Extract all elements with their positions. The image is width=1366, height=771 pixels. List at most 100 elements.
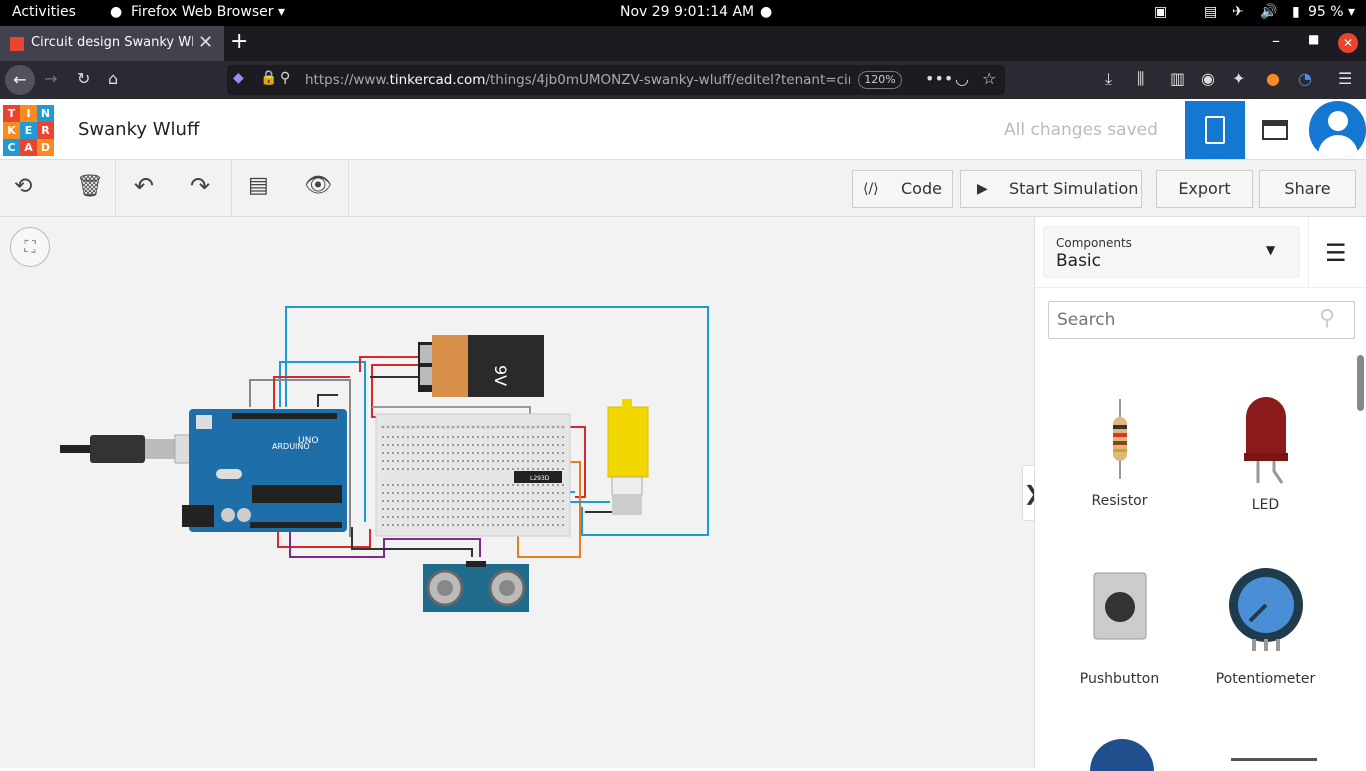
redo-icon[interactable]: ↷: [190, 172, 210, 200]
component-potentiometer[interactable]: Potentiometer: [1193, 567, 1338, 687]
circuit-view-button[interactable]: [1185, 101, 1245, 159]
url-bar[interactable]: ◆ 🔒 ⚲ https://www.tinkercad.com/things/4…: [227, 65, 1005, 95]
save-status: All changes saved: [1004, 120, 1158, 140]
workplane-canvas[interactable]: ⛶ ARDUINO UNO 9V L293D: [0, 217, 1034, 768]
forward-icon[interactable]: →: [44, 69, 57, 88]
firefox-icon: ●: [110, 4, 123, 20]
maximize-icon[interactable]: ■: [1308, 32, 1319, 46]
led-icon: [1243, 397, 1288, 484]
close-tab-icon[interactable]: ✕: [198, 32, 213, 53]
schematic-list-icon[interactable]: [1262, 120, 1288, 140]
breadboard[interactable]: L293D: [375, 413, 571, 537]
extension-icon[interactable]: ✦: [1232, 69, 1245, 88]
back-icon[interactable]: ←: [5, 65, 35, 95]
home-icon[interactable]: ⌂: [108, 69, 118, 88]
activities-button[interactable]: Activities: [12, 4, 76, 20]
component-led[interactable]: LED: [1193, 387, 1338, 513]
ultrasonic-sensor[interactable]: [423, 561, 529, 612]
project-title[interactable]: Swanky Wluff: [78, 119, 199, 140]
potentiometer-icon: [1228, 568, 1303, 651]
component-partial-icon[interactable]: [1231, 758, 1317, 761]
component-label: Potentiometer: [1215, 671, 1316, 687]
dropdown-value: Basic: [1056, 251, 1102, 271]
tab-bar: Circuit design Swanky Wluff ✕ + – ■ ✕: [0, 26, 1366, 61]
arduino-model-label: UNO: [298, 436, 318, 446]
new-tab-button[interactable]: +: [230, 29, 248, 54]
dc-motor[interactable]: [607, 399, 649, 515]
pushbutton-icon: [1093, 572, 1146, 640]
chevron-down-icon: ▼: [1266, 243, 1276, 257]
tab-circuit-design[interactable]: Circuit design Swanky Wluff ✕: [0, 26, 224, 61]
dropdown-caption: Components: [1056, 236, 1132, 250]
tab-title: Circuit design Swanky Wluff: [31, 35, 193, 50]
resistor-icon: [1112, 399, 1127, 479]
code-icon: ⟨/⟩: [863, 181, 879, 197]
logo-letter: C: [3, 139, 20, 156]
notification-dot-icon: ●: [760, 4, 773, 20]
logo-letter: I: [20, 105, 37, 122]
search-input[interactable]: [1057, 310, 1307, 330]
rotate-icon[interactable]: ⟲: [14, 174, 32, 199]
extension-orange-icon[interactable]: ●: [1266, 69, 1280, 88]
tinkercad-logo[interactable]: T I N K E R C A D: [3, 105, 55, 157]
component-label: LED: [1251, 497, 1280, 513]
app-menu[interactable]: Firefox Web Browser ▾: [131, 4, 285, 20]
volume-icon[interactable]: 🔊: [1260, 4, 1277, 20]
logo-letter: D: [37, 139, 54, 156]
airplane-icon[interactable]: ✈: [1232, 4, 1244, 20]
arduino-uno-board[interactable]: ARDUINO UNO: [182, 409, 347, 532]
component-pushbutton[interactable]: Pushbutton: [1047, 567, 1192, 687]
battery-9v[interactable]: 9V: [418, 335, 544, 397]
wire[interactable]: [317, 394, 338, 407]
battery-icon[interactable]: ▮: [1292, 4, 1300, 20]
component-partial-icon[interactable]: [1090, 739, 1154, 771]
system-menu-icon[interactable]: ▾: [1348, 4, 1355, 20]
undo-icon[interactable]: ↶: [134, 172, 154, 200]
screen-icon[interactable]: ▣: [1154, 4, 1167, 20]
close-window-icon[interactable]: ✕: [1338, 33, 1358, 53]
export-button[interactable]: Export: [1156, 170, 1253, 208]
visibility-icon[interactable]: 👁: [304, 173, 332, 198]
reload-icon[interactable]: ↻: [77, 69, 90, 88]
download-icon[interactable]: ⤓: [1105, 69, 1112, 89]
code-button[interactable]: ⟨/⟩ Code: [852, 170, 953, 208]
usb-cable[interactable]: [60, 434, 212, 464]
url-text[interactable]: https://www.tinkercad.com/things/4jb0mUM…: [305, 72, 850, 88]
search-field[interactable]: ⚲: [1048, 301, 1355, 339]
pocket-icon[interactable]: ◡: [955, 69, 969, 88]
account-icon[interactable]: ◉: [1201, 69, 1215, 88]
permissions-icon[interactable]: ⚲: [280, 70, 290, 86]
battery-label: 9V: [491, 365, 510, 386]
logo-letter: A: [20, 139, 37, 156]
sidebar-icon[interactable]: ▥: [1170, 69, 1185, 88]
shield-icon[interactable]: ◆: [233, 70, 244, 86]
clock[interactable]: Nov 29 9:01:14 AM: [620, 4, 754, 20]
notes-icon[interactable]: ▤: [248, 173, 269, 198]
simulate-label: Start Simulation: [1009, 179, 1139, 198]
app-header: [0, 99, 1366, 160]
share-button[interactable]: Share: [1259, 170, 1356, 208]
bookmark-star-icon[interactable]: ☆: [982, 69, 996, 88]
system-top-bar: Activities ● Firefox Web Browser ▾ Nov 2…: [0, 0, 1366, 26]
page-actions-icon[interactable]: •••: [925, 69, 953, 88]
navigation-bar: ← → ↻ ⌂ ◆ 🔒 ⚲ https://www.tinkercad.com/…: [0, 61, 1366, 99]
zoom-level[interactable]: 120%: [858, 71, 902, 89]
lock-icon[interactable]: 🔒: [260, 70, 277, 86]
battery-percent: 95 %: [1308, 4, 1344, 20]
start-simulation-button[interactable]: ▶ Start Simulation: [960, 170, 1142, 208]
component-resistor[interactable]: Resistor: [1047, 387, 1192, 509]
search-icon[interactable]: ⚲: [1319, 306, 1335, 331]
minimize-icon[interactable]: –: [1272, 31, 1280, 50]
avatar[interactable]: [1309, 101, 1366, 159]
list-view-icon[interactable]: ☰: [1325, 239, 1347, 267]
menu-hamburger-icon[interactable]: ☰: [1338, 69, 1352, 88]
library-icon[interactable]: ⫼: [1137, 69, 1144, 89]
logo-letter: E: [20, 122, 37, 139]
component-label: Pushbutton: [1079, 671, 1160, 687]
components-dropdown[interactable]: Components Basic ▼: [1043, 226, 1300, 278]
extension-blue-icon[interactable]: ◔: [1298, 69, 1312, 88]
scrollbar-thumb[interactable]: [1357, 355, 1364, 411]
tinkercad-favicon-icon: [10, 37, 24, 51]
delete-icon[interactable]: 🗑: [76, 174, 104, 199]
keyboard-icon[interactable]: ▤: [1204, 4, 1217, 20]
